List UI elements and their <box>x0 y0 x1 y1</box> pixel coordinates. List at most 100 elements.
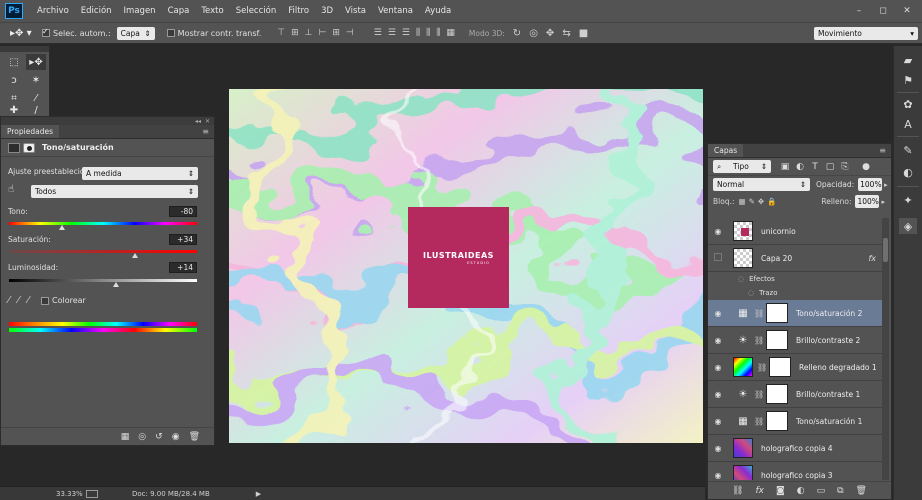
fill-arrow-icon[interactable]: ▸ <box>881 198 885 206</box>
layer-tono-saturacion-2[interactable]: ◉ ▦ ⛓ Tono/saturación 2 <box>708 300 882 327</box>
menu-vista[interactable]: Vista <box>339 6 372 16</box>
menu-imagen[interactable]: Imagen <box>118 6 162 16</box>
filter-smart-object-icon[interactable]: ⎘ <box>840 162 850 172</box>
filter-shape-icon[interactable]: ▢ <box>825 162 835 172</box>
hand-adjust-icon[interactable]: ☝ <box>8 184 24 195</box>
visibility-eye-icon[interactable]: ◉ <box>708 471 728 480</box>
visibility-eye-icon[interactable]: ◉ <box>708 444 728 453</box>
clip-to-layer-icon[interactable]: ▦ <box>121 432 130 442</box>
healing-tool-icon[interactable]: ✚ <box>4 105 24 116</box>
layer-capa-20[interactable]: Capa 20 fx <box>708 245 882 272</box>
lightness-slider[interactable] <box>9 279 197 287</box>
styles-panel-icon[interactable]: ✿ <box>899 96 917 112</box>
layer-brillo-contraste-1[interactable]: ◉ ☀ ⛓ Brillo/contraste 1 <box>708 381 882 408</box>
brush-panel-icon[interactable]: ✎ <box>899 142 917 158</box>
blend-mode-dropdown[interactable]: Normal ⇕ <box>713 178 810 191</box>
tab-propiedades[interactable]: Propiedades <box>1 125 59 138</box>
align-hcenter-icon[interactable]: ⊞ <box>332 28 340 38</box>
layer-filter-dropdown[interactable]: ⌕ Tipo ⇕ <box>713 160 771 173</box>
mask-link-icon[interactable]: ⛓ <box>754 309 764 318</box>
layer-relleno-degradado-1[interactable]: ◉ ⛓ Relleno degradado 1 <box>708 354 882 381</box>
fill-field[interactable]: 100% <box>855 195 880 208</box>
maximize-button[interactable]: ◻ <box>876 6 890 16</box>
close-button[interactable]: ✕ <box>900 6 914 16</box>
effects-eye-icon[interactable]: ◌ <box>738 275 744 283</box>
layers-scrollbar[interactable] <box>882 218 889 480</box>
3d-pan-icon[interactable]: ✥ <box>546 28 554 39</box>
eyedropper-minus-icon[interactable]: ⁄ <box>27 295 29 306</box>
layer-holografico-copia-4[interactable]: ◉ holografico copia 4 <box>708 435 882 462</box>
delete-layer-icon[interactable]: 🗑 <box>856 486 867 496</box>
hue-value-field[interactable]: -80 <box>169 206 197 217</box>
stroke-effect-row[interactable]: ◌ Trazo <box>708 286 882 300</box>
auto-select-checkbox[interactable] <box>42 27 50 37</box>
status-menu-arrow-icon[interactable]: ▶ <box>256 490 261 498</box>
menu-seleccion[interactable]: Selección <box>230 6 283 16</box>
eyedropper-plus-icon[interactable]: ⁄ <box>18 295 20 306</box>
align-bottom-icon[interactable]: ⊥ <box>305 28 313 38</box>
move-tool-icon[interactable]: ▸✥ <box>26 54 46 70</box>
3d-roll-icon[interactable]: ◎ <box>529 28 538 39</box>
layer-mask-thumbnail[interactable] <box>766 411 788 431</box>
adjustments-panel-icon[interactable]: ◐ <box>899 164 917 180</box>
menu-edicion[interactable]: Edición <box>75 6 118 16</box>
hue-slider[interactable] <box>9 222 197 230</box>
layer-tono-saturacion-1[interactable]: ◉ ▦ ⛓ Tono/saturación 1 <box>708 408 882 435</box>
distribute-right-icon[interactable]: ⫼ <box>436 28 440 38</box>
show-transform-checkbox[interactable] <box>166 29 175 37</box>
delete-adjustment-icon[interactable]: 🗑 <box>189 432 200 442</box>
visibility-eye-icon[interactable]: ◉ <box>708 390 728 399</box>
lightness-value-field[interactable]: +14 <box>169 262 197 273</box>
filter-pixel-icon[interactable]: ▣ <box>780 162 790 172</box>
mask-link-icon[interactable]: ⛓ <box>754 417 764 426</box>
colorize-checkbox[interactable] <box>41 296 50 305</box>
workspace-dropdown[interactable]: Movimiento ▾ <box>814 27 918 40</box>
adjustment-icon[interactable] <box>8 142 20 153</box>
scrollbar-thumb[interactable] <box>883 238 888 262</box>
link-layers-icon[interactable]: ⛓ <box>732 486 743 496</box>
visibility-eye-icon[interactable]: ◉ <box>708 227 728 236</box>
new-group-icon[interactable]: ▭ <box>817 486 826 496</box>
align-right-icon[interactable]: ⊣ <box>346 28 354 38</box>
saturation-slider-thumb[interactable] <box>131 253 138 258</box>
filter-adjustment-icon[interactable]: ◐ <box>795 162 805 172</box>
stroke-eye-icon[interactable]: ◌ <box>748 289 754 297</box>
zoom-level[interactable]: 33.33% <box>56 490 83 498</box>
hue-slider-thumb[interactable] <box>58 225 65 230</box>
visibility-eye-icon[interactable]: ◉ <box>708 336 728 345</box>
new-adjustment-icon[interactable]: ◐ <box>797 486 805 496</box>
distribute-top-icon[interactable]: ☰ <box>374 28 382 38</box>
menu-texto[interactable]: Texto <box>195 6 229 16</box>
auto-select-dropdown[interactable]: Capa ⇕ <box>116 26 155 40</box>
align-left-icon[interactable]: ⊢ <box>319 28 327 38</box>
layers-panel-icon[interactable]: ◈ <box>899 218 917 234</box>
eyedropper-icon[interactable]: ⁄ <box>8 295 10 306</box>
view-previous-icon[interactable]: ◎ <box>138 432 146 442</box>
auto-select-option[interactable]: Selec. autom.: <box>42 27 111 38</box>
brush-tool-icon[interactable]: / <box>26 105 46 116</box>
menu-filtro[interactable]: Filtro <box>282 6 315 16</box>
show-transform-option[interactable]: Mostrar contr. transf. <box>166 29 261 38</box>
auto-align-icon[interactable]: ▦ <box>446 28 455 38</box>
tab-capas[interactable]: Capas <box>708 144 744 157</box>
panel-collapse-bar[interactable]: ◂◂ ✕ <box>1 117 214 125</box>
layer-style-fx-icon[interactable]: fx <box>755 486 764 496</box>
channel-dropdown[interactable]: Todos ⇕ <box>31 185 198 198</box>
layer-unicornio[interactable]: ◉ unicornio <box>708 218 882 245</box>
distribute-bottom-icon[interactable]: ☰ <box>402 28 410 38</box>
layer-brillo-contraste-2[interactable]: ◉ ☀ ⛓ Brillo/contraste 2 <box>708 327 882 354</box>
3d-rotate-icon[interactable]: ↻ <box>513 28 521 39</box>
visibility-eye-icon[interactable]: ◉ <box>708 417 728 426</box>
add-mask-icon[interactable]: ◙ <box>776 486 785 496</box>
opacity-field[interactable]: 100% <box>858 178 883 191</box>
visibility-eye-icon[interactable]: ◉ <box>708 309 728 318</box>
mask-link-icon[interactable]: ⛓ <box>754 390 764 399</box>
marquee-tool-icon[interactable]: ⬚ <box>4 54 24 70</box>
opacity-arrow-icon[interactable]: ▸ <box>884 181 888 189</box>
distribute-vcenter-icon[interactable]: ☰ <box>388 28 396 38</box>
new-layer-icon[interactable]: ⧉ <box>837 486 843 496</box>
distribute-left-icon[interactable]: ⫼ <box>416 28 420 38</box>
visibility-eye-icon[interactable]: ◉ <box>708 363 728 372</box>
mask-icon[interactable] <box>23 142 35 153</box>
3d-scale-icon[interactable]: ■ <box>579 28 588 39</box>
